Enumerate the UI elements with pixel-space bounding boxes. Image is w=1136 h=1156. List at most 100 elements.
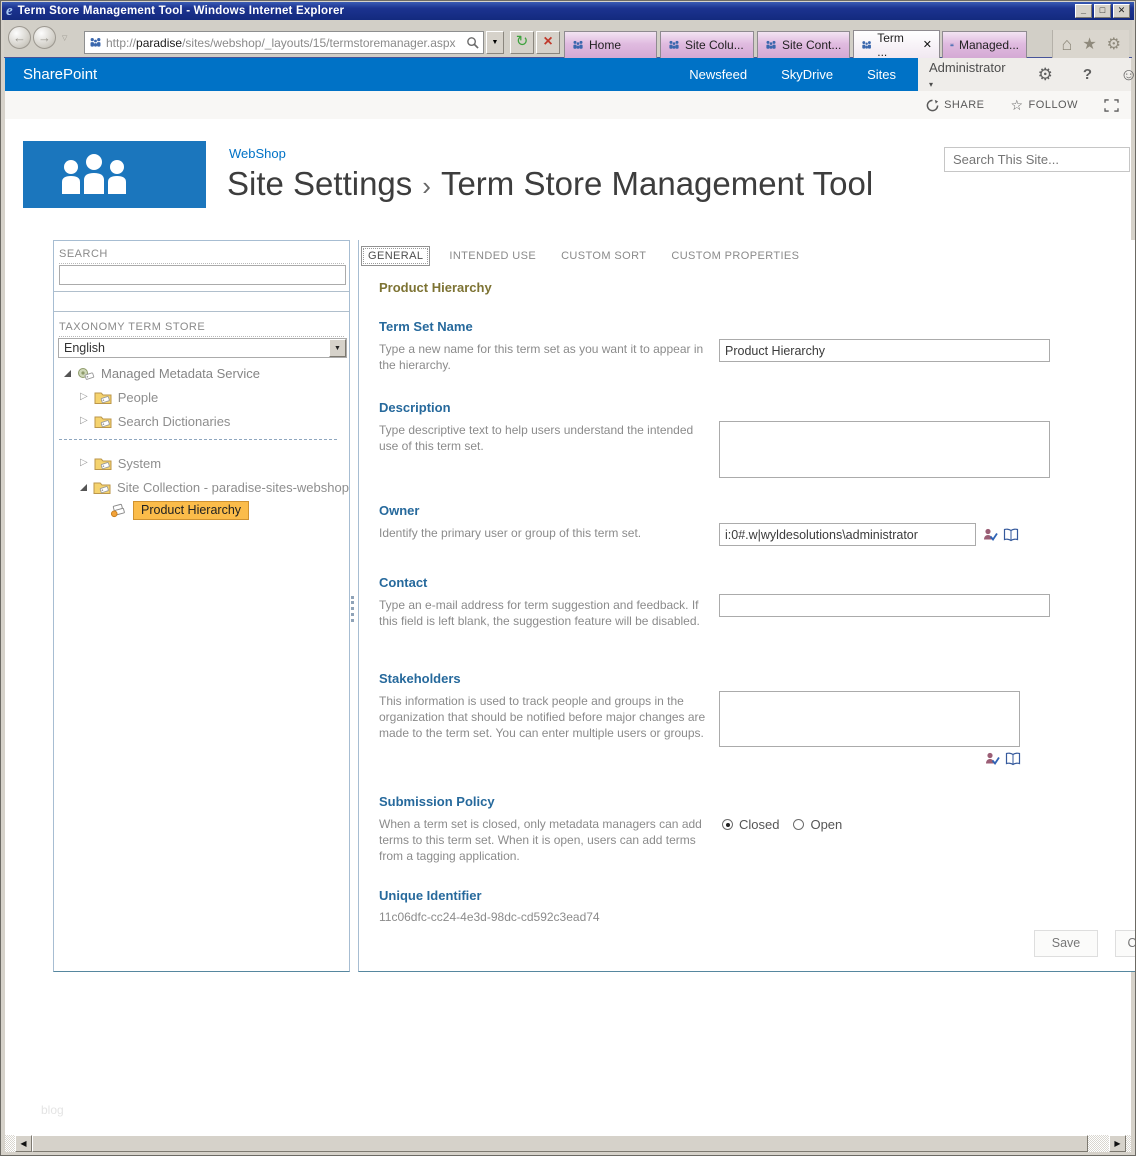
back-button[interactable]: ←: [8, 26, 31, 49]
watermark-text: blog: [41, 1103, 64, 1117]
scrollbar-thumb[interactable]: [32, 1135, 1088, 1152]
refresh-button[interactable]: ↻: [510, 31, 534, 54]
selected-term-set-label: Product Hierarchy: [133, 500, 250, 520]
tab-term-store[interactable]: Term ... ✕: [853, 30, 940, 59]
follow-star-icon: ☆: [1010, 96, 1024, 113]
tree-node-product-hierarchy[interactable]: Product Hierarchy: [110, 499, 250, 521]
contact-input[interactable]: [719, 594, 1050, 617]
term-group-icon: [94, 392, 112, 404]
sharepoint-brand[interactable]: SharePoint: [23, 66, 97, 83]
check-names-icon[interactable]: [982, 527, 998, 542]
dropdown-arrow-icon[interactable]: ▼: [329, 339, 346, 357]
expander-closed-icon[interactable]: ▷: [80, 458, 88, 468]
tree-node-label: System: [117, 455, 162, 471]
tree-node-search-dictionaries[interactable]: ▷ Search Dictionaries: [80, 410, 230, 432]
tab-managed-metadata[interactable]: Managed...: [942, 31, 1027, 58]
section-desc-contact: Type an e-mail address for term suggesti…: [379, 598, 700, 628]
chevron-down-icon: ▾: [929, 79, 934, 89]
metadata-service-icon: [78, 367, 95, 380]
recent-pages-dropdown-icon[interactable]: ▽: [62, 34, 67, 42]
window-title: Term Store Management Tool - Windows Int…: [17, 5, 345, 17]
forward-button[interactable]: →: [33, 26, 56, 49]
search-icon[interactable]: [466, 36, 479, 49]
tab-custom-sort[interactable]: CUSTOM SORT: [555, 247, 652, 265]
pane-splitter-handle[interactable]: [351, 596, 354, 622]
description-textarea[interactable]: [719, 421, 1050, 478]
section-heading-description: Description: [379, 400, 451, 415]
tree-node-managed-metadata-service[interactable]: Managed Metadata Service: [64, 362, 260, 384]
section-heading-unique-identifier: Unique Identifier: [379, 888, 482, 903]
term-group-icon: [94, 458, 112, 470]
expander-open-icon[interactable]: [80, 483, 87, 491]
tree-node-people[interactable]: ▷ People: [80, 386, 158, 408]
minimize-button[interactable]: _: [1075, 4, 1092, 18]
suite-link-sites[interactable]: Sites: [867, 67, 896, 82]
browser-toolbar: ← → ▽ http://paradise/sites/webshop/_lay…: [4, 20, 1132, 59]
site-breadcrumb-link[interactable]: WebShop: [229, 146, 286, 161]
check-names-icon[interactable]: [984, 751, 1000, 766]
site-logo[interactable]: [23, 141, 206, 208]
tab-site-columns[interactable]: Site Colu...: [660, 31, 754, 58]
term-set-name-input[interactable]: [719, 339, 1050, 362]
site-search-input[interactable]: [944, 147, 1130, 172]
address-book-icon[interactable]: [1003, 527, 1019, 542]
browser-window: e Term Store Management Tool - Windows I…: [0, 0, 1136, 1156]
term-set-title: Product Hierarchy: [379, 280, 492, 295]
tab-site-contents[interactable]: Site Cont...: [757, 31, 850, 58]
user-menu[interactable]: Administrator ▾: [929, 60, 1006, 90]
tab-close-icon[interactable]: ✕: [923, 38, 932, 51]
section-heading-submission-policy: Submission Policy: [379, 794, 495, 809]
scroll-right-arrow[interactable]: ▶: [1109, 1135, 1126, 1152]
suite-bar: SharePoint Newsfeed SkyDrive Sites: [5, 58, 918, 91]
scroll-left-arrow[interactable]: ◀: [15, 1135, 32, 1152]
address-dropdown-button[interactable]: ▼: [486, 31, 504, 54]
tab-custom-properties[interactable]: CUSTOM PROPERTIES: [665, 247, 805, 265]
cancel-button[interactable]: Cancel: [1115, 930, 1135, 957]
stop-button[interactable]: ×: [536, 31, 560, 54]
tab-general[interactable]: GENERAL: [361, 246, 431, 266]
share-button[interactable]: SHARE: [926, 99, 984, 112]
tools-gear-icon[interactable]: ⚙: [1107, 34, 1121, 54]
address-bar[interactable]: http://paradise/sites/webshop/_layouts/1…: [84, 31, 484, 54]
favorites-star-icon[interactable]: ★: [1082, 34, 1096, 54]
tab-home[interactable]: Home: [564, 31, 657, 58]
tree-node-system[interactable]: ▷ System: [80, 452, 161, 474]
expander-open-icon[interactable]: [64, 369, 71, 377]
term-set-icon: [110, 503, 125, 518]
tab-intended-use[interactable]: INTENDED USE: [443, 247, 542, 265]
follow-button[interactable]: ☆ FOLLOW: [1010, 97, 1078, 114]
home-icon[interactable]: ⌂: [1061, 34, 1072, 55]
term-search-input[interactable]: [59, 265, 346, 285]
radio-closed[interactable]: [722, 819, 733, 830]
address-book-icon[interactable]: [1005, 751, 1021, 766]
restore-button[interactable]: □: [1094, 4, 1111, 18]
stakeholders-textarea[interactable]: [719, 691, 1020, 747]
radio-open[interactable]: [793, 819, 805, 830]
language-select[interactable]: English ▼: [58, 338, 347, 358]
radio-closed-label[interactable]: Closed: [739, 817, 779, 832]
suite-link-newsfeed[interactable]: Newsfeed: [689, 67, 747, 82]
feedback-smiley-icon[interactable]: ☺: [1120, 65, 1135, 85]
tree-node-site-collection[interactable]: Site Collection - paradise-sites-webshop: [80, 476, 349, 498]
expander-closed-icon[interactable]: ▷: [80, 392, 88, 402]
save-button[interactable]: Save: [1034, 930, 1098, 957]
expander-closed-icon[interactable]: ▷: [80, 416, 88, 426]
radio-open-label[interactable]: Open: [810, 817, 842, 832]
people-logo-icon: [62, 153, 126, 194]
horizontal-scrollbar[interactable]: ◀ ▶: [5, 1135, 1131, 1152]
tab-favicon: [573, 40, 583, 49]
language-value: English: [64, 341, 105, 355]
url-text: http://paradise/sites/webshop/_layouts/1…: [106, 35, 456, 50]
tree-separator: [59, 439, 337, 440]
focus-mode-icon[interactable]: [1104, 98, 1119, 112]
settings-gear-icon[interactable]: ⚙: [1038, 65, 1053, 85]
share-icon: [926, 99, 939, 111]
close-button[interactable]: ✕: [1113, 4, 1130, 18]
tree-node-label: People: [117, 389, 159, 405]
suite-link-skydrive[interactable]: SkyDrive: [781, 67, 833, 82]
owner-input[interactable]: [719, 523, 976, 546]
help-icon[interactable]: ?: [1083, 66, 1092, 83]
page-actions-bar: SHARE ☆ FOLLOW: [5, 91, 1131, 119]
section-desc-description: Type descriptive text to help users unde…: [379, 423, 694, 453]
tab-label: Site Cont...: [782, 38, 842, 52]
